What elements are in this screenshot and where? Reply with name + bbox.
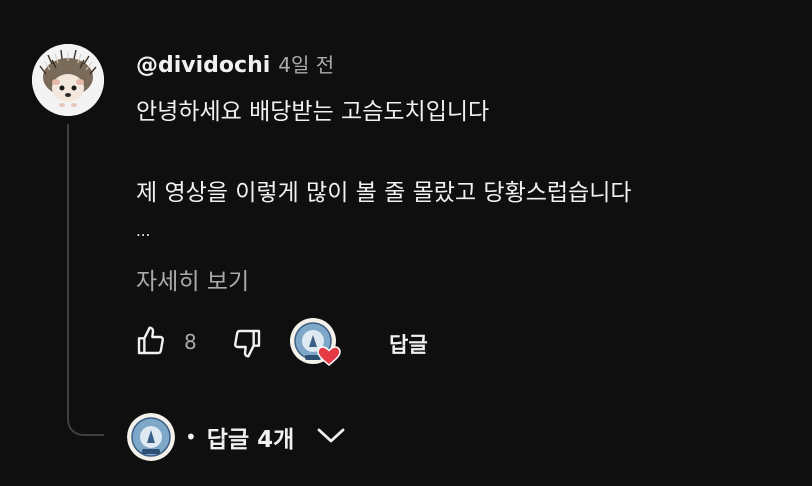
reply-button[interactable]: 답글	[389, 329, 428, 359]
hedgehog-avatar-image	[32, 44, 104, 116]
creator-avatar	[127, 413, 175, 461]
comment-text-line-1: 안녕하세요 배당받는 고슴도치입니다	[136, 99, 490, 125]
like-count: 8	[184, 330, 197, 354]
author-name[interactable]: @dividochi	[136, 53, 270, 78]
comment-text-line-2: 제 영상을 이렇게 많이 볼 줄 몰랐고 당황스럽습니다	[136, 180, 632, 206]
read-more-button[interactable]: 자세히 보기	[136, 262, 249, 296]
comment-timestamp[interactable]: 4일 전	[278, 49, 334, 78]
creator-avatar-image	[127, 413, 175, 461]
chevron-down-icon	[316, 425, 346, 449]
separator-dot: •	[185, 425, 197, 449]
author-avatar[interactable]	[32, 44, 104, 116]
replies-count-label: 답글 4개	[206, 427, 295, 453]
thread-line	[67, 124, 104, 436]
view-replies-button[interactable]: • 답글 4개	[127, 411, 346, 463]
like-button[interactable]	[135, 325, 167, 361]
creator-heart-icon	[290, 318, 341, 366]
thumbs-up-icon	[137, 326, 164, 355]
comment-header: @dividochi 4일 전	[136, 49, 334, 78]
creator-heart-badge	[288, 317, 342, 369]
dislike-button[interactable]	[231, 327, 263, 363]
thumbs-down-icon	[234, 329, 261, 358]
comment-truncation: ...	[136, 222, 151, 240]
